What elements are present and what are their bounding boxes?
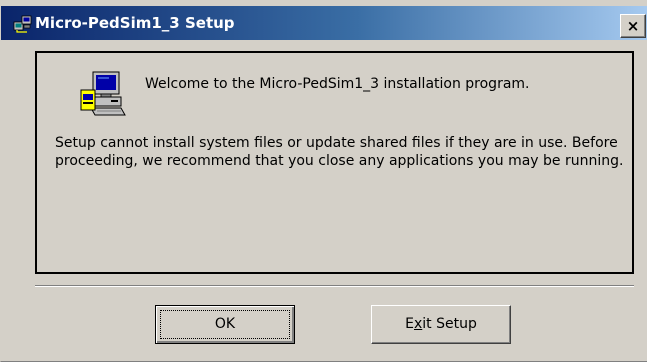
ok-button-label: OK bbox=[214, 316, 236, 332]
exit-label-suffix: it Setup bbox=[422, 316, 477, 332]
setup-computer-icon bbox=[13, 15, 32, 33]
close-icon: × bbox=[626, 17, 640, 35]
warning-message: Setup cannot install system files or upd… bbox=[55, 135, 624, 169]
window-title: Micro-PedSim1_3 Setup bbox=[35, 14, 235, 32]
exit-label-prefix: E bbox=[405, 316, 414, 332]
content-panel: Welcome to the Micro-PedSim1_3 installat… bbox=[35, 51, 634, 274]
title-bar[interactable]: Micro-PedSim1_3 Setup × bbox=[1, 6, 647, 40]
exit-setup-button-label: Exit Setup bbox=[405, 316, 477, 332]
ok-button[interactable]: OK bbox=[155, 305, 295, 344]
setup-dialog: Micro-PedSim1_3 Setup × Welcome to the M… bbox=[0, 0, 647, 362]
setup-computer-icon bbox=[80, 71, 126, 116]
welcome-message: Welcome to the Micro-PedSim1_3 installat… bbox=[145, 76, 530, 92]
separator bbox=[35, 285, 634, 287]
exit-setup-button[interactable]: Exit Setup bbox=[371, 305, 511, 344]
close-button[interactable]: × bbox=[620, 14, 646, 38]
